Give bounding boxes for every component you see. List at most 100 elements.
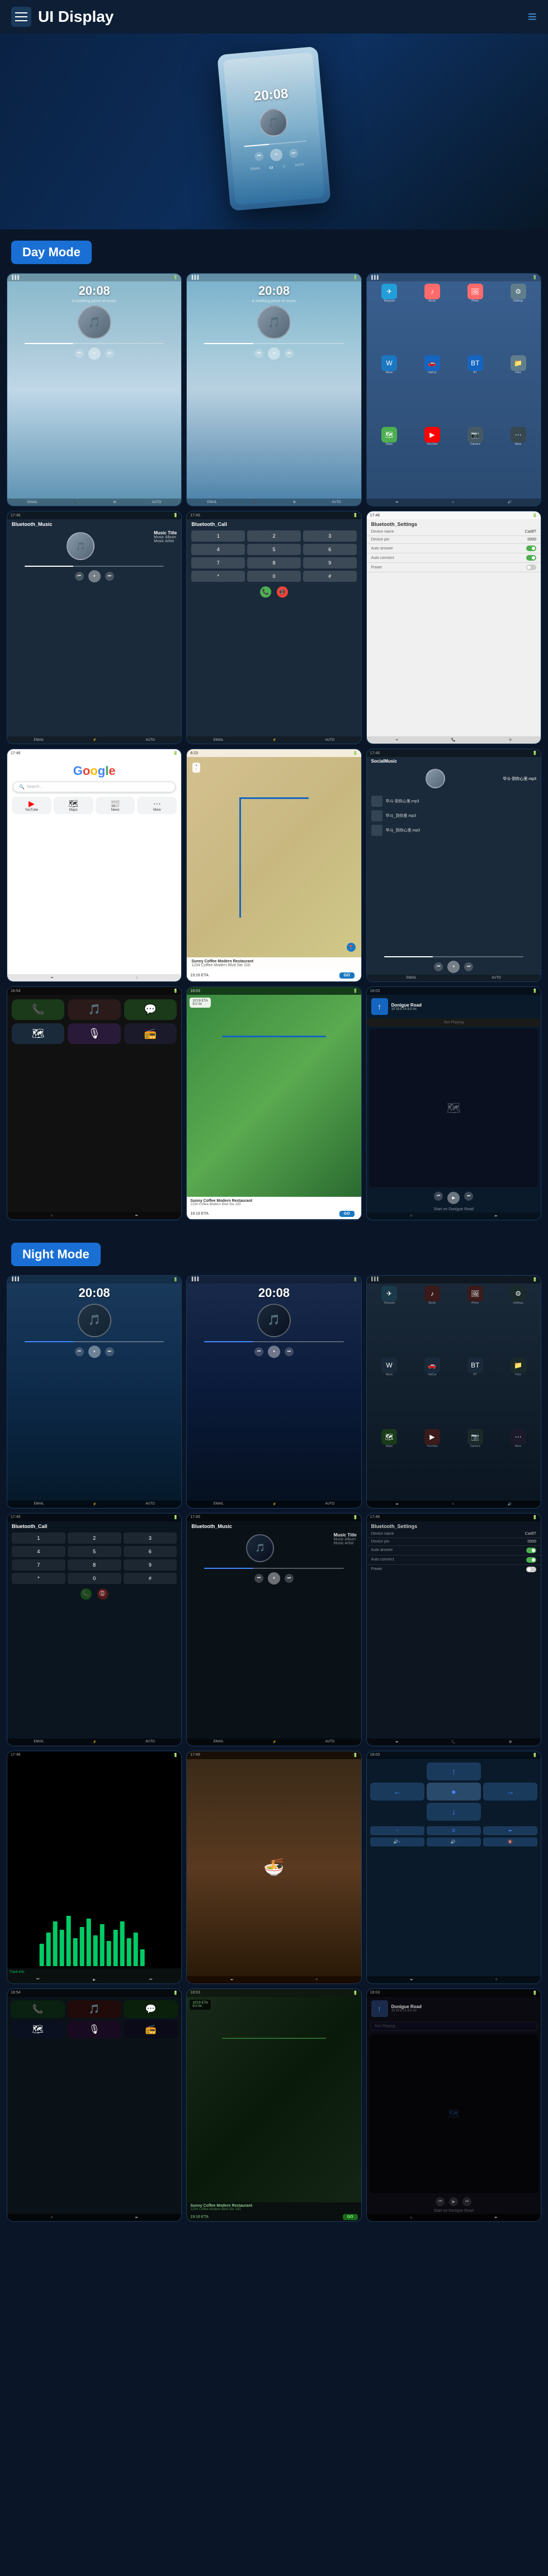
music-item-3[interactable]: 华斗_到你心里.mp3 (371, 823, 536, 838)
prev-btn[interactable]: ⏮ (75, 572, 84, 581)
dial-hash[interactable]: # (124, 1573, 177, 1584)
email-btn[interactable]: EMAIL (407, 976, 417, 980)
play-btn[interactable]: ⏸ (88, 1346, 101, 1358)
dial-3[interactable]: 3 (124, 1533, 177, 1544)
progress-bar[interactable] (384, 956, 523, 957)
btn-mute[interactable]: 🔇 (483, 1837, 537, 1846)
play-btn[interactable]: ⏸ (268, 1346, 280, 1358)
hero-next[interactable]: ⏭ (289, 148, 298, 158)
prev-btn[interactable]: ⏮ (254, 1347, 263, 1356)
app-waze-n[interactable]: WWaze (369, 1357, 410, 1427)
dial-1[interactable]: 1 (191, 530, 245, 542)
app-yt-n[interactable]: ▶YouTube (412, 1429, 452, 1498)
google-app-more[interactable]: ⋯ More (137, 797, 177, 814)
apps-btn[interactable]: ⚡ (93, 1502, 97, 1506)
menu-icon[interactable] (11, 7, 31, 27)
cp-podcast-n[interactable]: 🎙 (67, 2020, 121, 2038)
phone-btn[interactable]: 📞 (451, 1740, 455, 1744)
cp-maps-n[interactable]: 🗺 (11, 2020, 65, 2038)
play-btn[interactable]: ⏸ (88, 347, 101, 360)
dial-0[interactable]: 0 (68, 1573, 121, 1584)
map-area[interactable]: 10'19 ETA 9.0 mi (187, 1997, 361, 2202)
nav-right[interactable]: → (483, 1783, 537, 1801)
toggle-power[interactable] (526, 565, 536, 570)
cp-radio-n[interactable]: 📻 (124, 2020, 178, 2038)
play-btn[interactable]: ▶ (93, 1978, 96, 1982)
next-btn[interactable]: ⏭ (464, 1192, 473, 1201)
settings-btn[interactable]: ⚙ (509, 1740, 512, 1744)
progress-bar[interactable] (25, 1341, 164, 1342)
home-btn[interactable]: ⌂ (315, 1978, 318, 1981)
home-btn[interactable]: ⌂ (410, 2216, 412, 2220)
home-btn[interactable]: ⌂ (51, 1214, 53, 1218)
app-photo-n[interactable]: 🖼Photo (455, 1286, 495, 1355)
dial-2[interactable]: 2 (68, 1533, 121, 1544)
dial-2[interactable]: 2 (247, 530, 301, 542)
music-item-2[interactable]: 华斗_到你爱.mp3 (371, 808, 536, 823)
settings-btn[interactable]: ⚙ (113, 500, 116, 504)
auto-btn[interactable]: AUTO (145, 1740, 155, 1743)
toggle-power[interactable] (526, 1567, 536, 1572)
map-mini[interactable]: 🗺 (369, 1029, 538, 1187)
hero-prev[interactable]: ⏮ (254, 151, 264, 161)
next-btn[interactable]: ⏭ (105, 349, 114, 358)
toggle-connect[interactable] (526, 555, 536, 561)
back-btn[interactable]: ⬅ (135, 1214, 138, 1218)
app-youtube[interactable]: ▶YouTube (412, 427, 452, 496)
auto-btn[interactable]: AUTO (492, 976, 501, 980)
home-btn[interactable]: ⌂ (51, 2216, 53, 2219)
end-btn[interactable]: 📵 (97, 1588, 108, 1600)
btn-back[interactable]: ⬅ (483, 1826, 537, 1835)
toggle-connect[interactable] (526, 1557, 536, 1563)
email-btn[interactable]: EMAIL (34, 1502, 44, 1506)
email-btn[interactable]: EMAIL (214, 1502, 224, 1506)
dial-7[interactable]: 7 (191, 557, 245, 568)
nav-icon[interactable]: ≡ (528, 8, 537, 26)
auto-btn[interactable]: AUTO (145, 1502, 155, 1506)
nav-down[interactable]: ↓ (427, 1803, 481, 1821)
call-btn[interactable]: 📞 (260, 586, 271, 598)
dial-8[interactable]: 8 (68, 1559, 121, 1571)
dial-star[interactable]: * (191, 571, 245, 582)
go-button[interactable]: GO (339, 1211, 355, 1217)
progress-bar[interactable] (25, 343, 164, 344)
app-photo[interactable]: 🖼Photo (455, 284, 495, 353)
email-btn[interactable]: EMAIL (207, 501, 217, 504)
app-settings[interactable]: ⚙Settings (498, 284, 538, 353)
next-btn[interactable]: ⏭ (149, 1978, 152, 1982)
auto-btn[interactable]: AUTO (145, 739, 155, 742)
app-settings-n[interactable]: ⚙Settings (498, 1286, 538, 1355)
cp-music[interactable]: 🎵 (68, 999, 120, 1020)
app-more[interactable]: ⋯More (498, 427, 538, 496)
app-extra[interactable]: 📁Files (498, 355, 538, 425)
phone-btn[interactable]: 📞 (253, 500, 257, 504)
cp-msg-n[interactable]: 💬 (124, 2000, 178, 2018)
dial-6[interactable]: 6 (124, 1546, 177, 1557)
nav-btn[interactable]: ⬅ (396, 500, 399, 504)
btn-menu[interactable]: ☰ (427, 1826, 481, 1835)
app-viacar[interactable]: 🚗ViaCar (412, 355, 452, 425)
search-bar[interactable]: 🔍 Search... (13, 782, 176, 792)
back-btn[interactable]: ⬅ (494, 2216, 497, 2220)
home-btn[interactable]: ⌂ (452, 501, 454, 504)
play-btn[interactable]: ⏸ (268, 347, 280, 360)
dial-3[interactable]: 3 (303, 530, 357, 542)
progress-bar[interactable] (204, 1568, 343, 1569)
cp-podcast[interactable]: 🎙 (68, 1023, 120, 1044)
next-btn[interactable]: ⏭ (105, 572, 114, 581)
dial-5[interactable]: 5 (68, 1546, 121, 1557)
next-btn[interactable]: ⏭ (464, 962, 473, 971)
app-maps[interactable]: 🗺Maps (369, 427, 410, 496)
email-btn[interactable]: EMAIL (214, 739, 224, 742)
cp-extra[interactable]: 📻 (124, 1023, 177, 1044)
map-area[interactable]: 10'19 ETA 9.0 mi (187, 995, 361, 1197)
app-music[interactable]: ♪Music (412, 284, 452, 353)
google-app-yt[interactable]: ▶ YouTube (12, 797, 51, 814)
dial-5[interactable]: 5 (247, 544, 301, 555)
auto-btn[interactable]: AUTO (325, 739, 335, 742)
settings-btn[interactable]: ⚙ (293, 500, 296, 504)
phone-btn[interactable]: 📞 (451, 738, 455, 742)
app-music-n[interactable]: ♪Music (412, 1286, 452, 1355)
next-btn[interactable]: ⏭ (105, 1347, 114, 1356)
dial-1[interactable]: 1 (12, 1533, 65, 1544)
